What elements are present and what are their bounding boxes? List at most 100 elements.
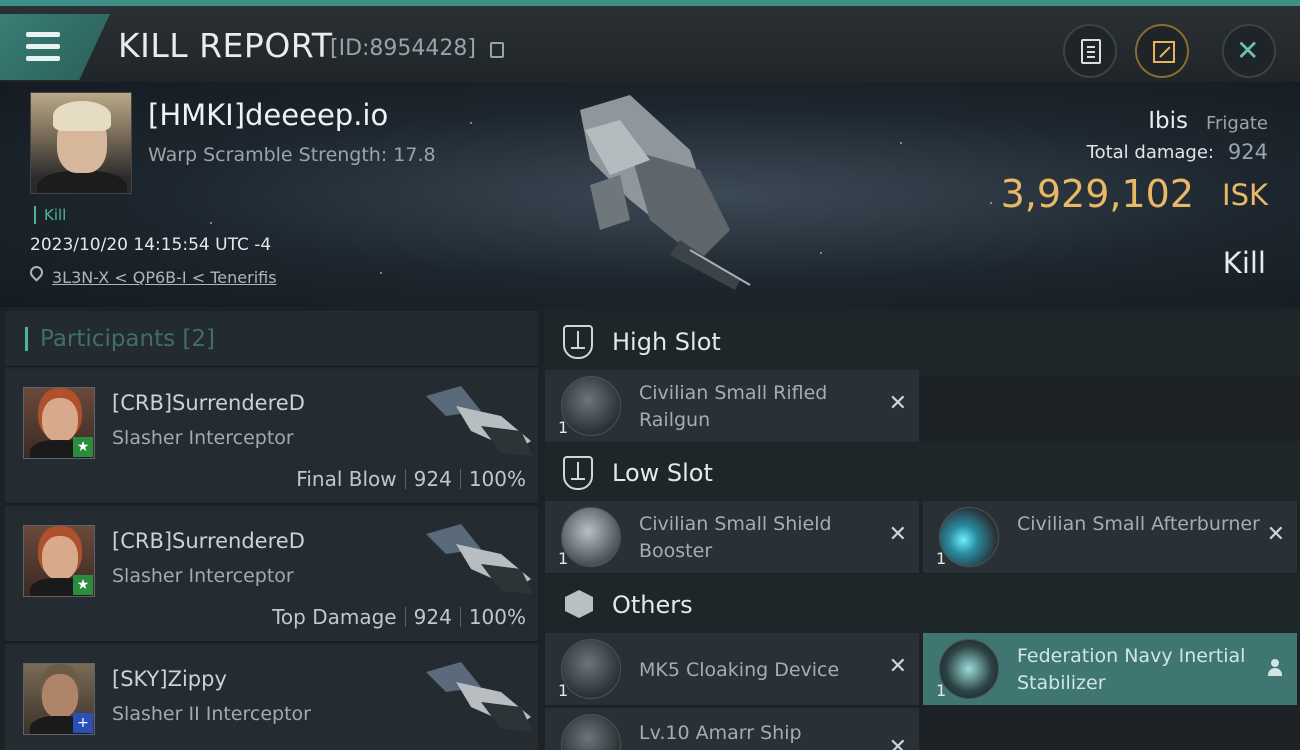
participant-damage: 924 <box>413 605 452 629</box>
cube-icon <box>565 590 593 618</box>
menu-icon <box>26 32 60 37</box>
kill-location-link[interactable]: 3L3N-X < QP6B-I < Tenerifis <box>52 268 277 287</box>
high-slot-header: High Slot <box>545 311 1300 375</box>
clipboard-icon <box>1081 39 1101 64</box>
total-damage-label: Total damage: <box>1086 142 1214 163</box>
module-quantity: 1 <box>558 549 569 568</box>
share-button[interactable] <box>1135 24 1189 78</box>
remove-module-icon[interactable]: ✕ <box>889 523 907 547</box>
isk-value: 3,929,102 <box>1000 172 1194 216</box>
kill-datetime: 2023/10/20 14:15:54 UTC -4 <box>30 235 272 255</box>
participant-stats: Final Blow 924 100% <box>296 467 526 491</box>
warp-scramble-strength: Warp Scramble Strength: 17.8 <box>148 144 436 166</box>
railgun-icon <box>561 376 621 436</box>
divider <box>459 607 461 627</box>
high-slot-title: High Slot <box>612 328 721 356</box>
avatar-body <box>37 171 127 193</box>
module-name: Civilian Small Shield Booster <box>639 513 832 562</box>
remove-module-icon[interactable]: ✕ <box>889 736 907 750</box>
inertial-stabilizer-icon <box>939 639 999 699</box>
victim-name[interactable]: [HMKI]deeeep.io <box>148 98 388 132</box>
participant-row[interactable]: + [SKY]Zippy Slasher II Interceptor <box>5 645 538 750</box>
participant-name[interactable]: [SKY]Zippy <box>112 667 227 691</box>
remove-module-icon[interactable]: ✕ <box>889 392 907 416</box>
star-badge-icon: ★ <box>73 575 93 595</box>
others-title: Others <box>612 591 693 619</box>
total-damage-value: 924 <box>1227 140 1268 164</box>
module-name: Federation Navy Inertial Stabilizer <box>1017 645 1246 694</box>
divider <box>459 469 461 489</box>
participants-title: Participants [2] <box>40 326 215 352</box>
module-item[interactable]: 1 Civilian Small Rifled Railgun ✕ <box>545 370 919 442</box>
high-slot-icon <box>563 325 593 359</box>
shield-booster-icon <box>561 507 621 567</box>
close-icon: ✕ <box>1236 34 1260 67</box>
others-header: Others <box>545 574 1300 638</box>
menu-icon-bar <box>26 56 60 61</box>
loss-ship-class: Frigate <box>1205 113 1268 134</box>
module-name: Civilian Small Rifled Railgun <box>639 382 828 431</box>
result-label: Kill <box>1222 246 1266 280</box>
module-item[interactable]: 1 Civilian Small Afterburner ✕ <box>923 501 1297 573</box>
module-quantity: 1 <box>558 418 569 437</box>
low-slot-icon <box>563 456 593 490</box>
module-quantity: 1 <box>558 681 569 700</box>
close-button[interactable]: ✕ <box>1222 24 1276 78</box>
menu-icon-bar <box>26 44 60 49</box>
share-icon <box>1153 41 1175 63</box>
participant-stats: Top Damage 924 100% <box>272 605 526 629</box>
star <box>210 222 212 224</box>
module-name: Lv.10 Amarr Ship <box>639 722 802 744</box>
participant-ship: Slasher Interceptor <box>112 427 294 449</box>
participant-name[interactable]: [CRB]SurrendereD <box>112 529 305 553</box>
participants-title-text: Participants <box>40 326 176 352</box>
page-title: KILL REPORT <box>118 26 333 65</box>
module-name: MK5 Cloaking Device <box>639 659 840 681</box>
divider <box>404 469 406 489</box>
clipboard-button[interactable] <box>1063 24 1117 78</box>
module-quantity: 1 <box>936 549 947 568</box>
avatar-face <box>42 674 78 718</box>
participants-count: [2] <box>182 326 216 352</box>
module-name: Civilian Small Afterburner <box>1017 513 1260 535</box>
star <box>820 252 822 254</box>
participant-ship: Slasher Interceptor <box>112 565 294 587</box>
module-item-selected[interactable]: 1 Federation Navy Inertial Stabilizer <box>923 633 1297 705</box>
participant-row[interactable]: ★ [CRB]SurrendereD Slasher Interceptor F… <box>5 369 538 505</box>
participant-damage: 924 <box>413 467 452 491</box>
module-item[interactable]: Lv.10 Amarr Ship ✕ <box>545 708 919 750</box>
ibis-ship-image <box>580 95 751 290</box>
low-slot-title: Low Slot <box>612 459 713 487</box>
star <box>900 142 902 144</box>
section-marker <box>25 327 28 351</box>
menu-button[interactable] <box>0 14 110 80</box>
afterburner-icon <box>939 507 999 567</box>
slasher-ii-ship-icon <box>426 662 533 732</box>
participants-panel[interactable]: Participants [2] ★ [CRB]SurrendereD Slas… <box>5 311 538 750</box>
remove-module-icon[interactable]: ✕ <box>1267 523 1285 547</box>
low-slot-header: Low Slot <box>545 442 1300 506</box>
participant-row[interactable]: ★ [CRB]SurrendereD Slasher Interceptor T… <box>5 507 538 643</box>
star <box>380 272 382 274</box>
participant-name[interactable]: [CRB]SurrendereD <box>112 391 305 415</box>
copy-icon[interactable] <box>490 42 504 58</box>
participant-role: Top Damage <box>272 605 397 629</box>
participant-percent: 100% <box>468 605 526 629</box>
star-badge-icon: ★ <box>73 437 93 457</box>
isk-unit: ISK <box>1222 178 1268 212</box>
divider <box>404 607 406 627</box>
victim-avatar[interactable] <box>30 92 132 194</box>
remove-module-icon[interactable]: ✕ <box>889 655 907 679</box>
slasher-ship-icon <box>426 524 533 594</box>
avatar-hair <box>53 101 111 131</box>
module-item[interactable]: 1 MK5 Cloaking Device ✕ <box>545 633 919 705</box>
module-item[interactable]: 1 Civilian Small Shield Booster ✕ <box>545 501 919 573</box>
participants-header: Participants [2] <box>5 311 538 367</box>
user-icon[interactable] <box>1267 659 1283 677</box>
location-pin-icon <box>27 263 46 282</box>
cloaking-device-icon <box>561 639 621 699</box>
module-quantity: 1 <box>936 681 947 700</box>
star <box>990 202 992 204</box>
participant-percent: 100% <box>468 467 526 491</box>
ship-skin-icon <box>561 714 621 750</box>
